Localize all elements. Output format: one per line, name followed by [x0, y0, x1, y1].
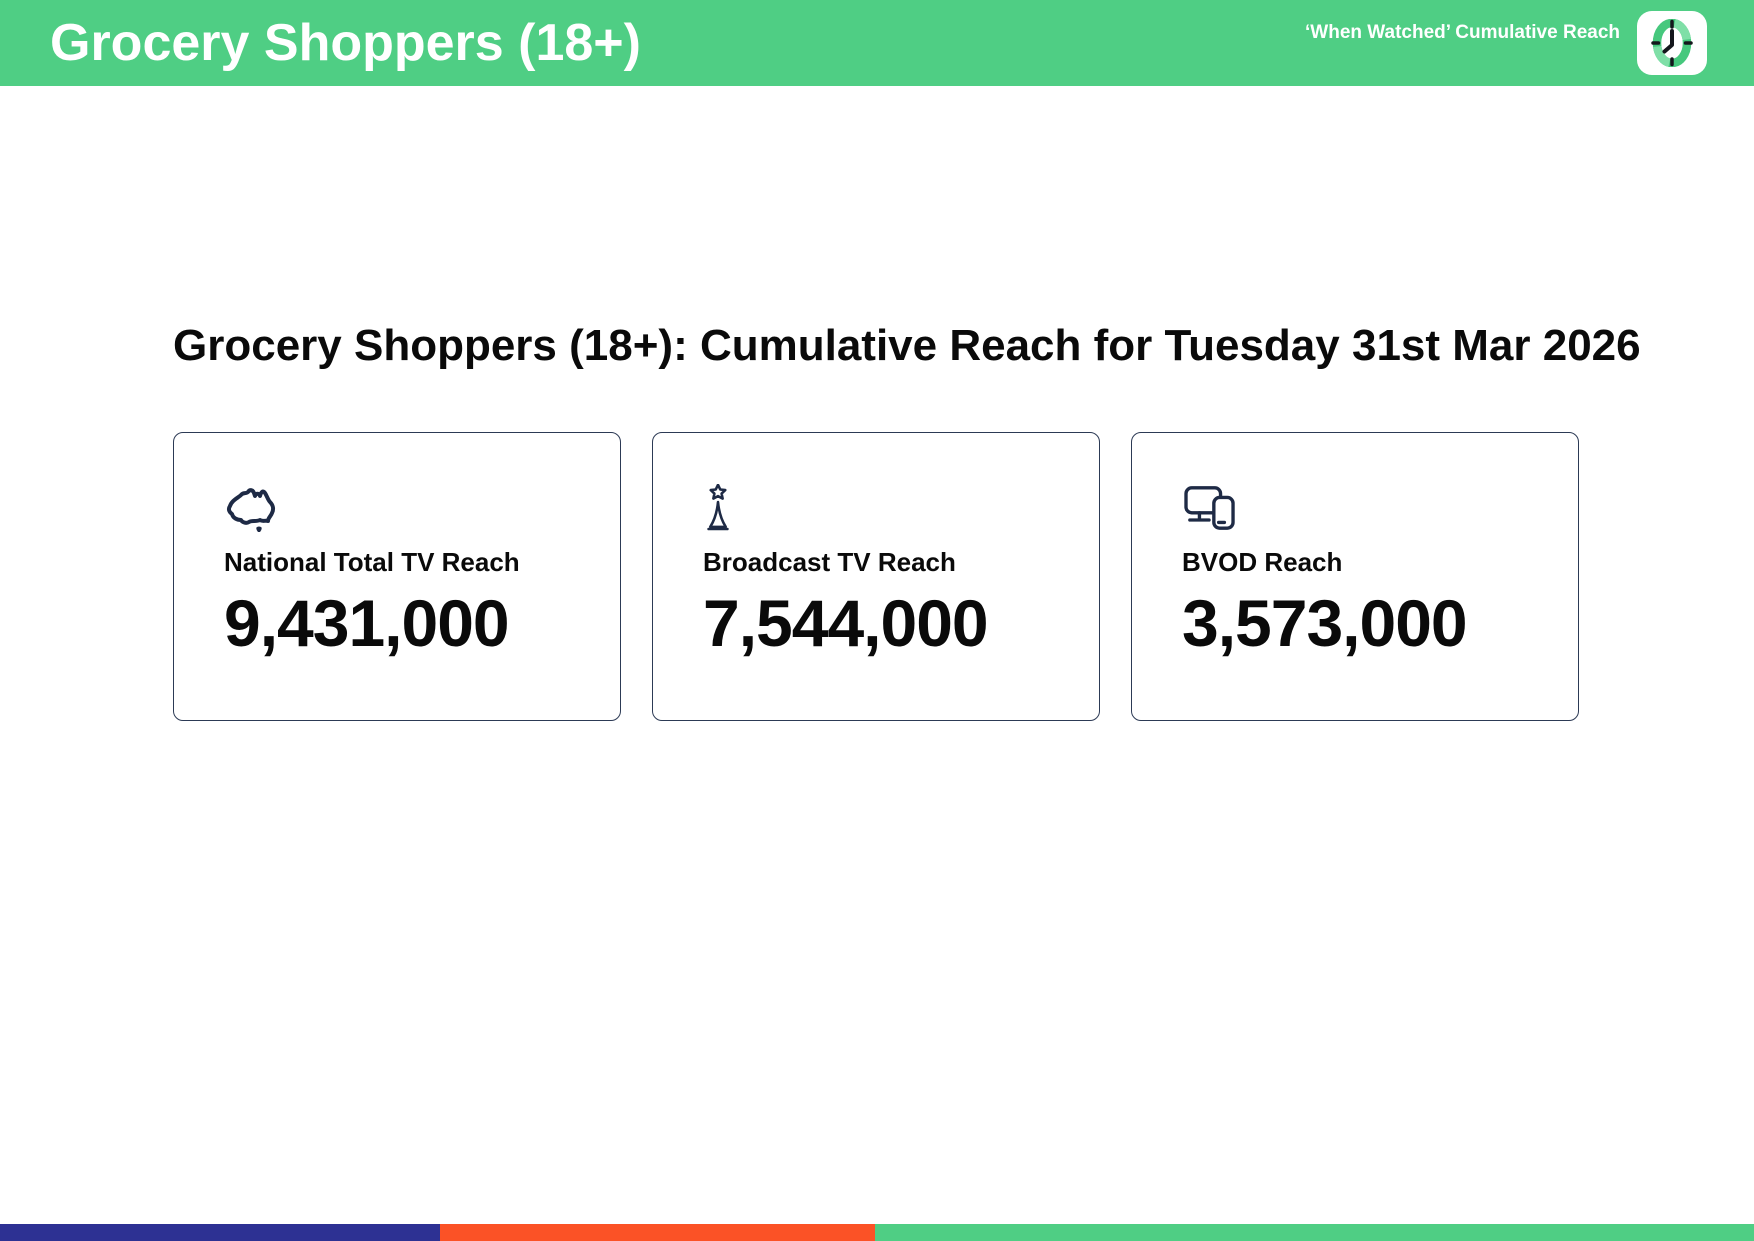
tv-and-phone-devices-icon [1182, 484, 1558, 532]
header-right-group: ‘When Watched’ Cumulative Reach [1305, 11, 1707, 75]
broadcast-tower-icon [703, 484, 1079, 532]
clock-icon [1651, 19, 1693, 67]
footer-segment-green [875, 1224, 1754, 1241]
kpi-value: 3,573,000 [1182, 585, 1468, 660]
kpi-value: 7,544,000 [703, 585, 989, 660]
kpi-label: BVOD Reach [1182, 547, 1343, 577]
kpi-card-bvod-reach: BVOD Reach 3,573,000 [1131, 432, 1579, 721]
kpi-cards-row: National Total TV Reach 9,431,000 Broadc… [173, 432, 1579, 721]
header-subtitle: ‘When Watched’ Cumulative Reach [1305, 22, 1620, 43]
page-title: Grocery Shoppers (18+): Cumulative Reach… [173, 321, 1641, 370]
kpi-card-broadcast-tv-reach: Broadcast TV Reach 7,544,000 [652, 432, 1100, 721]
australia-map-icon [224, 484, 600, 532]
footer-segment-orange [440, 1224, 876, 1241]
kpi-card-national-total-tv-reach: National Total TV Reach 9,431,000 [173, 432, 621, 721]
app-title: Grocery Shoppers (18+) [50, 14, 641, 72]
footer-color-bar [0, 1224, 1754, 1241]
clock-badge [1637, 11, 1707, 75]
kpi-label: National Total TV Reach [224, 547, 520, 577]
kpi-label: Broadcast TV Reach [703, 547, 956, 577]
footer-segment-blue [0, 1224, 441, 1241]
kpi-value: 9,431,000 [224, 585, 510, 660]
header-bar: Grocery Shoppers (18+) ‘When Watched’ Cu… [0, 0, 1754, 86]
